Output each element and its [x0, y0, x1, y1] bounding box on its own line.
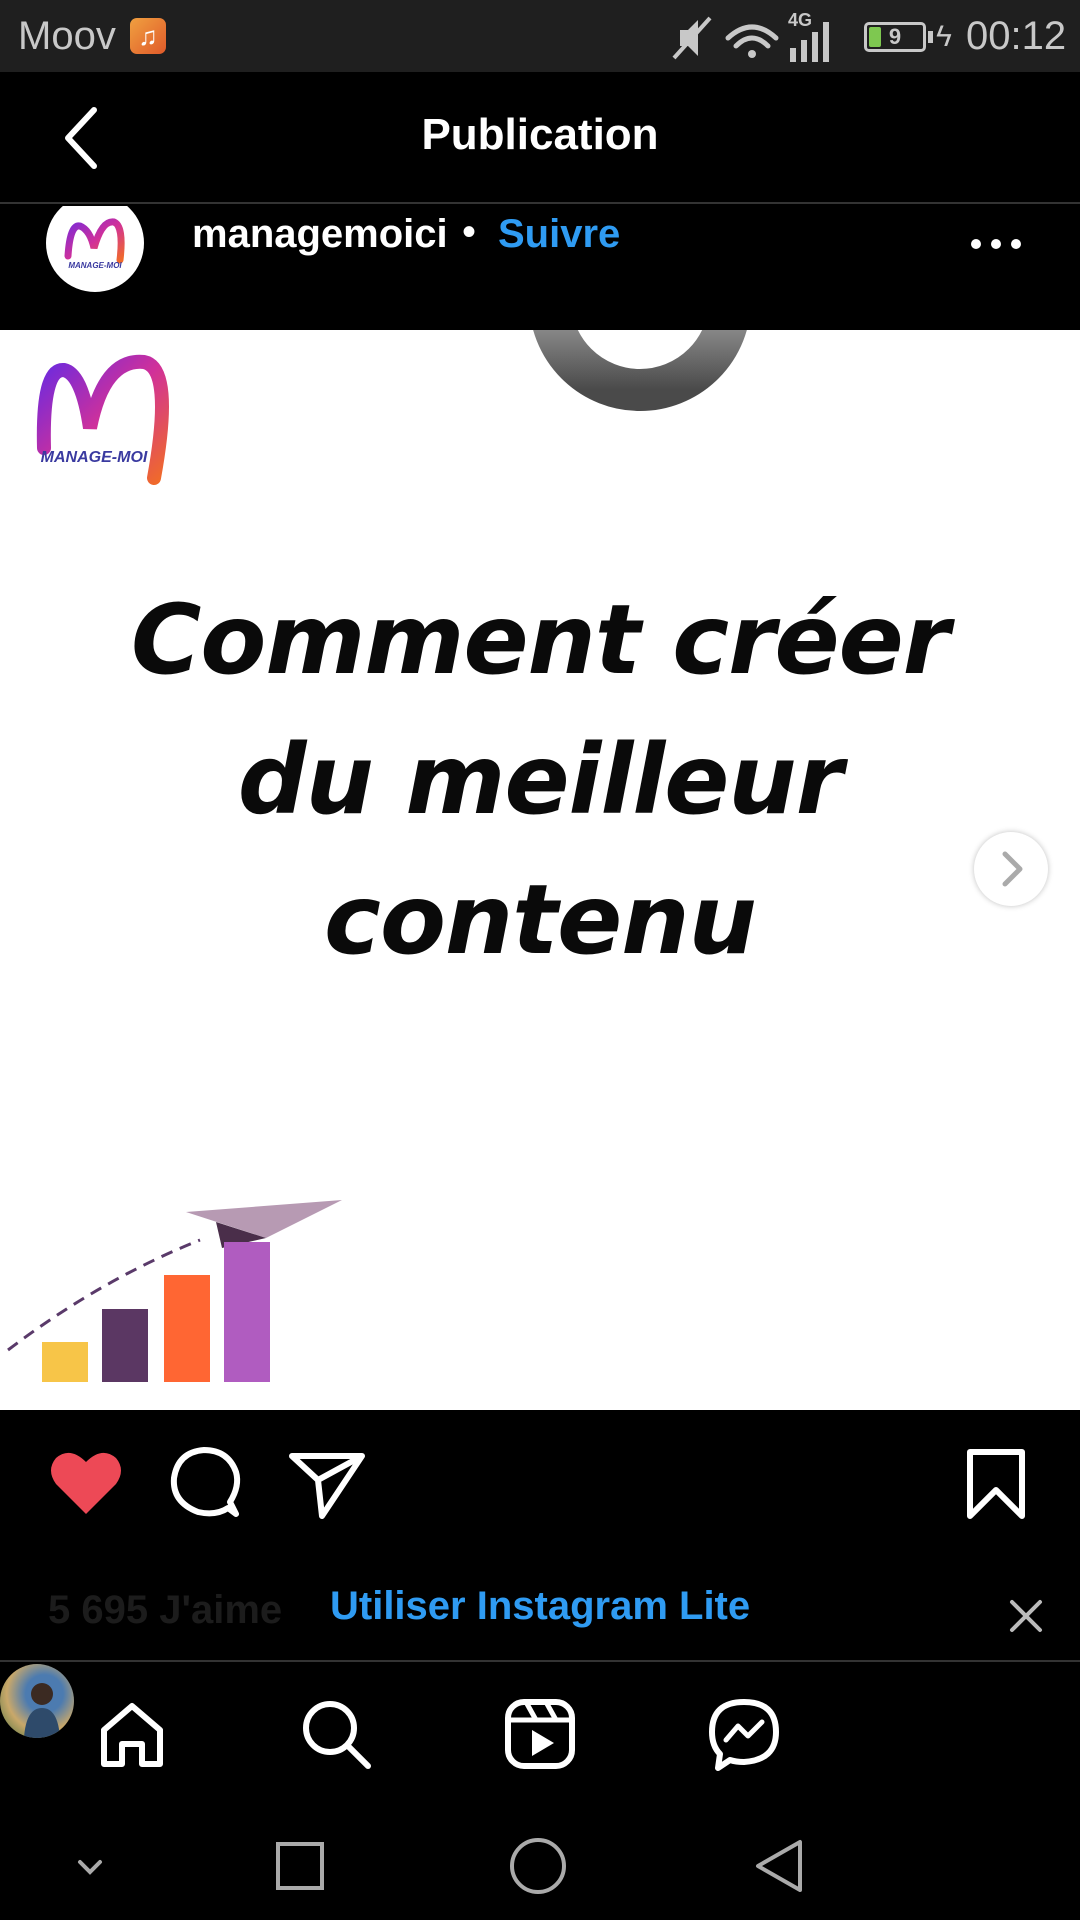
headline-line-2: du meilleur: [237, 724, 843, 836]
top-header: Publication: [0, 72, 1080, 204]
battery-level: 9: [888, 24, 902, 49]
battery-nub: [928, 31, 933, 43]
home-icon: [101, 1703, 163, 1767]
page-title: Publication: [421, 110, 659, 159]
separator-dot: •: [462, 210, 477, 254]
next-slide-button[interactable]: [974, 832, 1048, 906]
wifi-icon: [725, 24, 779, 58]
nav-reels[interactable]: [500, 1694, 580, 1774]
heart-filled-icon: [51, 1452, 121, 1514]
banner-close-button[interactable]: [1000, 1590, 1052, 1642]
headline-line-1: Comment créer: [130, 584, 950, 696]
system-back-button[interactable]: [750, 1836, 810, 1896]
recents-button[interactable]: [270, 1836, 330, 1896]
instagram-lite-banner[interactable]: Utiliser Instagram Lite: [330, 1584, 750, 1629]
comment-button[interactable]: [164, 1440, 248, 1524]
search-icon: [303, 1701, 371, 1769]
save-button[interactable]: [954, 1440, 1038, 1524]
growth-chart-illustration: [7, 1200, 342, 1382]
collapse-button[interactable]: [60, 1836, 120, 1896]
network-type-label: 4G: [788, 10, 812, 30]
bottom-navigation: [0, 1664, 1080, 1812]
music-app-icon: ♫: [130, 18, 166, 54]
system-navigation-bar: [0, 1812, 1080, 1920]
likes-count[interactable]: 5 695 J'aime: [48, 1588, 282, 1633]
logo-text-small: MANAGE-MOI: [68, 261, 122, 270]
brand-logo-small: MANAGE-MOI: [64, 218, 125, 270]
bar-4: [224, 1242, 270, 1382]
carrier-name: Moov: [18, 14, 116, 58]
post-image[interactable]: MANAGE-MOI Comment créer du meilleur con…: [0, 330, 1080, 1410]
share-button[interactable]: [284, 1440, 368, 1524]
headline-line-3: contenu: [324, 864, 757, 976]
comment-icon: [170, 1447, 241, 1517]
messenger-icon: [709, 1699, 779, 1771]
nav-search[interactable]: [296, 1694, 376, 1774]
nav-messenger[interactable]: [704, 1694, 784, 1774]
post-header: MANAGE-MOI managemoici • Suivre: [0, 206, 1080, 330]
logo-text: MANAGE-MOI: [41, 449, 148, 466]
home-circle-icon: [510, 1838, 566, 1894]
profile-avatar[interactable]: [0, 1664, 74, 1738]
paper-plane-shape: [186, 1200, 342, 1238]
charging-icon: ϟ: [936, 20, 952, 53]
more-options-button[interactable]: [966, 224, 1026, 264]
reels-icon: [505, 1699, 575, 1769]
chevron-down-icon: [78, 1860, 102, 1875]
system-home-button[interactable]: [508, 1836, 568, 1896]
follow-button[interactable]: Suivre: [498, 212, 620, 257]
back-triangle-icon: [756, 1840, 802, 1892]
recents-icon: [276, 1842, 324, 1890]
likes-row: 5 695 J'aime Utiliser Instagram Lite: [0, 1560, 1080, 1662]
decorative-ring: [533, 330, 747, 411]
like-button[interactable]: [44, 1440, 128, 1524]
author-username[interactable]: managemoici: [192, 212, 448, 257]
close-icon: [1010, 1600, 1042, 1632]
bar-1: [42, 1342, 88, 1382]
bar-3: [164, 1275, 210, 1382]
post-headline: Comment créer du meilleur contenu: [0, 570, 1080, 990]
post-actions: [0, 1410, 1080, 1560]
clock: 00:12: [966, 14, 1067, 58]
author-avatar[interactable]: MANAGE-MOI: [46, 206, 144, 292]
bookmark-icon: [967, 1449, 1025, 1519]
instagram-post-screen: Moov ♫ 4G 9 ϟ 00:12 Publication MANAGE-M…: [0, 0, 1080, 1920]
chevron-right-icon: [1002, 851, 1023, 887]
nav-home[interactable]: [92, 1694, 172, 1774]
bar-2: [102, 1309, 148, 1382]
battery-icon: 9: [864, 22, 926, 52]
paper-plane-icon: [289, 1453, 365, 1519]
brand-logo: MANAGE-MOI: [36, 354, 169, 485]
more-horizontal-icon: [971, 239, 1021, 249]
profile-photo: [24, 1683, 60, 1738]
status-bar: Moov ♫ 4G 9 ϟ 00:12: [0, 0, 1080, 72]
muted-icon: [672, 16, 712, 60]
